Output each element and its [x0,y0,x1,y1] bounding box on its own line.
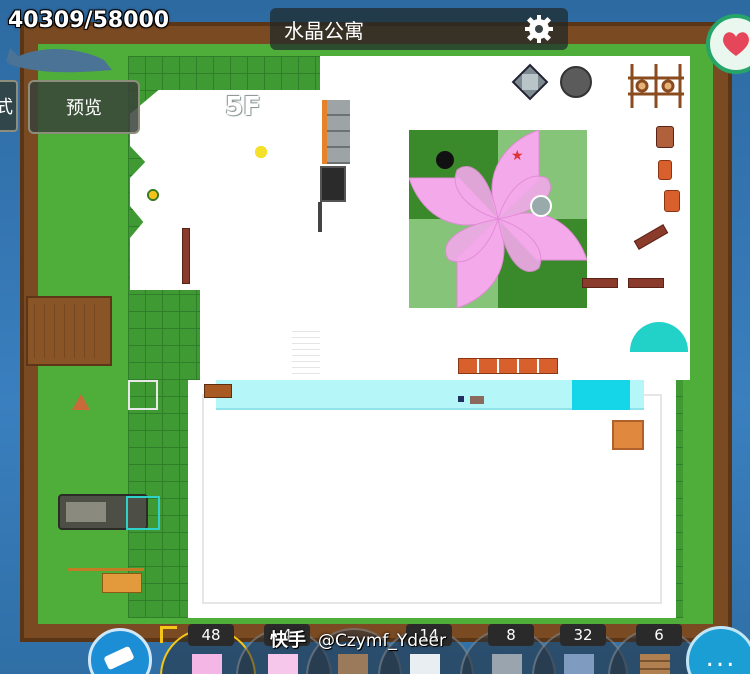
whale-icon [4,40,114,80]
slot-count: 32 [560,624,606,646]
svg-text:★: ★ [511,148,524,164]
pink-pillar-item [268,654,298,674]
blue-pillar-item [564,654,594,674]
wood-post-item [338,654,368,674]
narrow-table [182,228,190,284]
market-stall [68,568,144,594]
heart-icon [723,32,749,56]
pink-pillar-item [192,654,222,674]
wooden-rack [628,64,684,108]
orange-rail [458,358,558,374]
pool-item [470,396,484,404]
wooden-porch [26,296,112,366]
chevron-right-icon[interactable] [285,91,308,123]
orange-box [658,160,672,180]
slot-count: 6 [636,624,682,646]
room-bottom-floor [188,380,676,618]
gear-icon[interactable] [524,14,554,44]
wall-door [318,202,322,232]
stair-gray-blocks [322,100,350,164]
mode-button[interactable]: 式 [0,80,18,132]
chevron-left-icon[interactable] [178,91,200,123]
wood-plank-item [640,654,670,674]
pizza-slice [72,394,90,410]
wood-crate [656,126,674,148]
building-title-bar: 水晶公寓 [270,8,568,50]
yellow-plant [252,142,270,162]
stove [320,166,346,202]
pool-deep-section [572,380,630,410]
table-lamp [612,420,644,450]
outdoor-frame [128,380,158,410]
floor-label: 5F [225,92,261,122]
spiky-statue [508,60,552,104]
pool-item [458,396,464,402]
watermark-brand: 快手 [270,630,306,651]
bench [582,278,618,288]
preview-button[interactable]: 预览 [28,80,140,134]
eraser-icon [104,646,134,670]
floor-selector: 5F [178,88,308,126]
stairs [292,326,320,376]
white-pillar-item [410,654,440,674]
watermark-handle: @Czymf_Ydeer [318,631,446,651]
bench [628,278,664,288]
gray-pillar-item [492,654,522,674]
build-score: 40309/58000 [8,8,170,33]
slot-count: 48 [188,624,234,646]
flower-rug: ★ [409,130,587,308]
orange-box [664,190,680,212]
selection-box[interactable] [126,496,160,530]
small-flower [146,188,160,202]
watermark: 快手 @Czymf_Ydeer [270,626,446,652]
building-name: 水晶公寓 [284,18,364,43]
round-pot [560,66,592,98]
wood-stool [204,384,232,398]
slot-count: 8 [488,624,534,646]
